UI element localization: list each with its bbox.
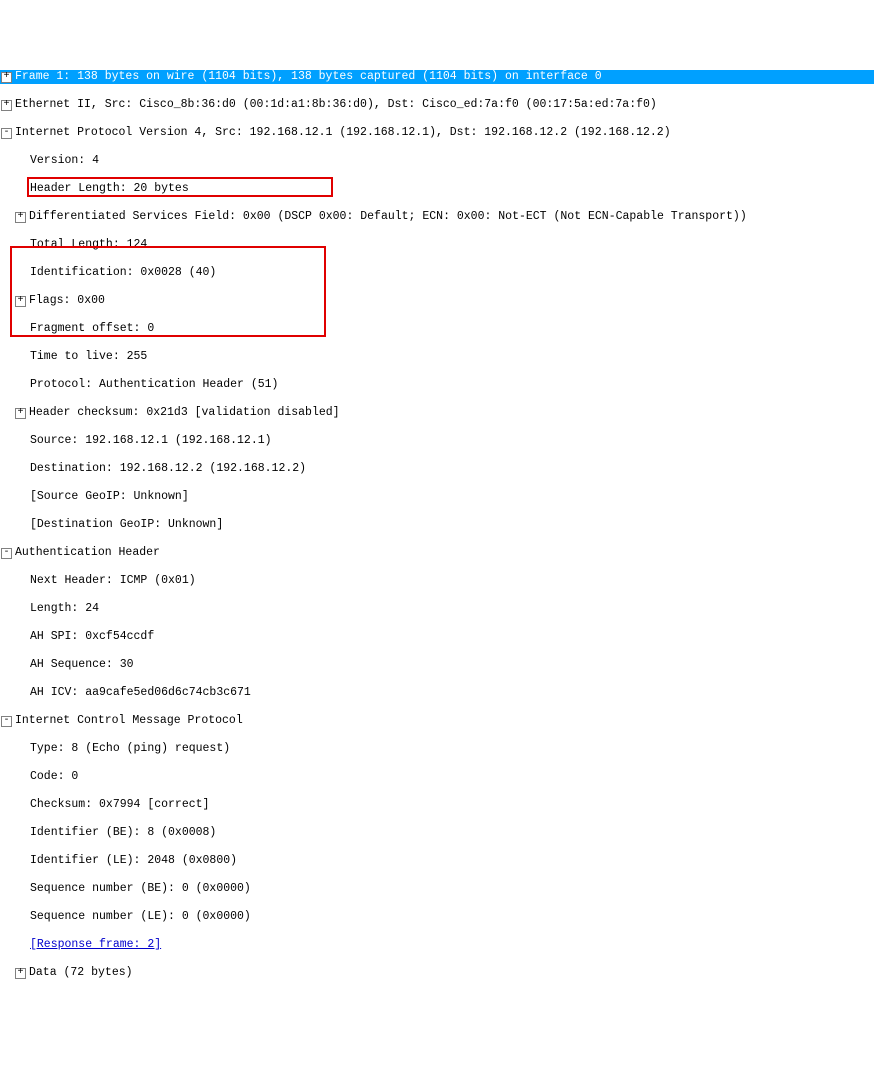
ah-header-row[interactable]: -Authentication Header xyxy=(0,546,874,560)
collapse-icon[interactable]: - xyxy=(1,128,12,139)
ah-seq-row[interactable]: AH Sequence: 30 xyxy=(0,658,874,672)
ip-protocol-row[interactable]: Protocol: Authentication Header (51) xyxy=(0,378,874,392)
ah-len-row[interactable]: Length: 24 xyxy=(0,602,874,616)
expand-icon[interactable]: + xyxy=(15,408,26,419)
ah-next-row[interactable]: Next Header: ICMP (0x01) xyxy=(0,574,874,588)
ip-hdrlen-row[interactable]: Header Length: 20 bytes xyxy=(0,182,874,196)
icmp-id-le: Identifier (LE): 2048 (0x0800) xyxy=(30,854,237,868)
ip-totlen-row[interactable]: Total Length: 124 xyxy=(0,238,874,252)
ip-ttl: Time to live: 255 xyxy=(30,350,147,364)
icmp-code-row[interactable]: Code: 0 xyxy=(0,770,874,784)
icmp-id-be-row[interactable]: Identifier (BE): 8 (0x0008) xyxy=(0,826,874,840)
icmp-type: Type: 8 (Echo (ping) request) xyxy=(30,742,230,756)
ip-ttl-row[interactable]: Time to live: 255 xyxy=(0,350,874,364)
icmp-seq-be-row[interactable]: Sequence number (BE): 0 (0x0000) xyxy=(0,882,874,896)
ip-protocol: Protocol: Authentication Header (51) xyxy=(30,378,278,392)
ethernet-text: Ethernet II, Src: Cisco_8b:36:d0 (00:1d:… xyxy=(15,98,657,112)
frame-summary-text: Frame 1: 138 bytes on wire (1104 bits), … xyxy=(15,70,602,84)
ip-hdrlen: Header Length: 20 bytes xyxy=(30,182,189,196)
ip-version: Version: 4 xyxy=(30,154,99,168)
data-row[interactable]: +Data (72 bytes) xyxy=(0,966,874,980)
packet-details-pane: +Frame 1: 138 bytes on wire (1104 bits),… xyxy=(0,42,874,1036)
icmp-id-be: Identifier (BE): 8 (0x0008) xyxy=(30,826,216,840)
ah-next: Next Header: ICMP (0x01) xyxy=(30,574,196,588)
data-text: Data (72 bytes) xyxy=(29,966,133,980)
ip-checksum-row[interactable]: +Header checksum: 0x21d3 [validation dis… xyxy=(0,406,874,420)
icmp-response-row[interactable]: [Response frame: 2] xyxy=(0,938,874,952)
ip-header-row[interactable]: -Internet Protocol Version 4, Src: 192.1… xyxy=(0,126,874,140)
ip-src: Source: 192.168.12.1 (192.168.12.1) xyxy=(30,434,272,448)
expand-icon[interactable]: + xyxy=(15,212,26,223)
icmp-code: Code: 0 xyxy=(30,770,78,784)
ip-src-row[interactable]: Source: 192.168.12.1 (192.168.12.1) xyxy=(0,434,874,448)
ip-dsf-row[interactable]: +Differentiated Services Field: 0x00 (DS… xyxy=(0,210,874,224)
ah-len: Length: 24 xyxy=(30,602,99,616)
ip-ident-row[interactable]: Identification: 0x0028 (40) xyxy=(0,266,874,280)
ip-version-row[interactable]: Version: 4 xyxy=(0,154,874,168)
ah-spi-row[interactable]: AH SPI: 0xcf54ccdf xyxy=(0,630,874,644)
ah-header-text: Authentication Header xyxy=(15,546,160,560)
icmp-response-link[interactable]: [Response frame: 2] xyxy=(30,938,161,952)
expand-icon[interactable]: + xyxy=(1,100,12,111)
expand-icon[interactable]: + xyxy=(15,296,26,307)
ip-fragoff-row[interactable]: Fragment offset: 0 xyxy=(0,322,874,336)
ah-icv-row[interactable]: AH ICV: aa9cafe5ed06d6c74cb3c671 xyxy=(0,686,874,700)
ip-dst-row[interactable]: Destination: 192.168.12.2 (192.168.12.2) xyxy=(0,462,874,476)
ip-flags: Flags: 0x00 xyxy=(29,294,105,308)
ethernet-row[interactable]: +Ethernet II, Src: Cisco_8b:36:d0 (00:1d… xyxy=(0,98,874,112)
collapse-icon[interactable]: - xyxy=(1,548,12,559)
icmp-checksum: Checksum: 0x7994 [correct] xyxy=(30,798,209,812)
expand-icon[interactable]: + xyxy=(15,968,26,979)
icmp-checksum-row[interactable]: Checksum: 0x7994 [correct] xyxy=(0,798,874,812)
icmp-seq-be: Sequence number (BE): 0 (0x0000) xyxy=(30,882,251,896)
frame-summary-row[interactable]: +Frame 1: 138 bytes on wire (1104 bits),… xyxy=(0,70,874,84)
ip-checksum: Header checksum: 0x21d3 [validation disa… xyxy=(29,406,340,420)
ip-header-text: Internet Protocol Version 4, Src: 192.16… xyxy=(15,126,671,140)
icmp-id-le-row[interactable]: Identifier (LE): 2048 (0x0800) xyxy=(0,854,874,868)
ah-spi: AH SPI: 0xcf54ccdf xyxy=(30,630,154,644)
icmp-header-text: Internet Control Message Protocol xyxy=(15,714,243,728)
icmp-header-row[interactable]: -Internet Control Message Protocol xyxy=(0,714,874,728)
ip-ident: Identification: 0x0028 (40) xyxy=(30,266,216,280)
ip-totlen: Total Length: 124 xyxy=(30,238,147,252)
icmp-type-row[interactable]: Type: 8 (Echo (ping) request) xyxy=(0,742,874,756)
ip-dst: Destination: 192.168.12.2 (192.168.12.2) xyxy=(30,462,306,476)
ip-flags-row[interactable]: +Flags: 0x00 xyxy=(0,294,874,308)
icmp-seq-le: Sequence number (LE): 0 (0x0000) xyxy=(30,910,251,924)
ip-dsf: Differentiated Services Field: 0x00 (DSC… xyxy=(29,210,747,224)
ah-seq: AH Sequence: 30 xyxy=(30,658,134,672)
collapse-icon[interactable]: - xyxy=(1,716,12,727)
ip-dstgeo-row[interactable]: [Destination GeoIP: Unknown] xyxy=(0,518,874,532)
ah-icv: AH ICV: aa9cafe5ed06d6c74cb3c671 xyxy=(30,686,251,700)
ip-srcgeo: [Source GeoIP: Unknown] xyxy=(30,490,189,504)
icmp-seq-le-row[interactable]: Sequence number (LE): 0 (0x0000) xyxy=(0,910,874,924)
ip-fragoff: Fragment offset: 0 xyxy=(30,322,154,336)
ip-srcgeo-row[interactable]: [Source GeoIP: Unknown] xyxy=(0,490,874,504)
expand-icon[interactable]: + xyxy=(1,72,12,83)
ip-dstgeo: [Destination GeoIP: Unknown] xyxy=(30,518,223,532)
